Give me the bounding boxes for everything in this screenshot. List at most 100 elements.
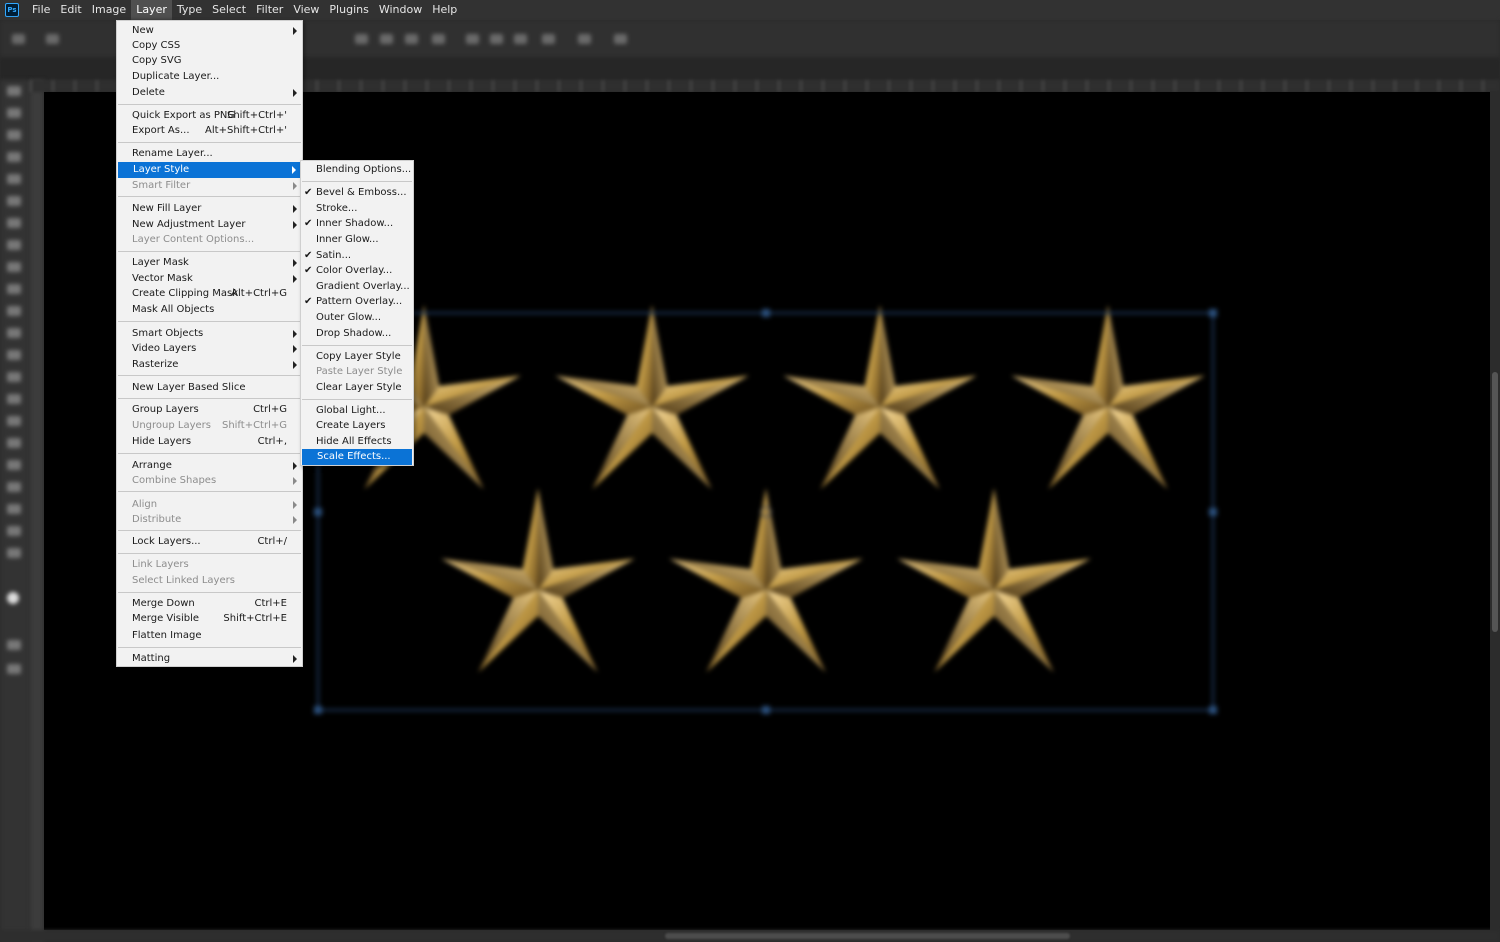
dodge-tool-icon[interactable] bbox=[7, 394, 21, 404]
quick-mask-icon[interactable] bbox=[7, 640, 21, 650]
align-left-icon[interactable] bbox=[355, 34, 368, 44]
healing-tool-icon[interactable] bbox=[7, 240, 21, 250]
pen-tool-icon[interactable] bbox=[7, 416, 21, 426]
menu-item-distribute[interactable]: Distribute bbox=[117, 512, 302, 528]
menu-item-merge-visible[interactable]: Merge Visible Shift+Ctrl+E bbox=[117, 611, 302, 627]
menu-item-mask-all-objects[interactable]: Mask All Objects bbox=[117, 302, 302, 318]
screen-mode-icon[interactable] bbox=[7, 664, 21, 674]
menu-item-link-layers[interactable]: Link Layers bbox=[117, 557, 302, 573]
brush-tool-icon[interactable] bbox=[7, 262, 21, 272]
menu-item-ungroup-layers[interactable]: Ungroup Layers Shift+Ctrl+G bbox=[117, 418, 302, 434]
menu-item-pattern-overlay[interactable]: ✔ Pattern Overlay... bbox=[301, 294, 413, 310]
blur-tool-icon[interactable] bbox=[7, 372, 21, 382]
menu-item-copy-layer-style[interactable]: Copy Layer Style bbox=[301, 349, 413, 365]
menu-item-duplicate-layer[interactable]: Duplicate Layer... bbox=[117, 69, 302, 85]
menu-item-rename-layer[interactable]: Rename Layer... bbox=[117, 146, 302, 162]
menu-item-copy-svg[interactable]: Copy SVG bbox=[117, 53, 302, 69]
distribute-bottom-icon[interactable] bbox=[514, 34, 527, 44]
eraser-tool-icon[interactable] bbox=[7, 328, 21, 338]
menu-item-smart-filter[interactable]: Smart Filter bbox=[117, 178, 302, 194]
menu-item-scale-effects[interactable]: Scale Effects... bbox=[302, 449, 412, 465]
menu-item-hide-layers[interactable]: Hide Layers Ctrl+, bbox=[117, 434, 302, 450]
menu-item-combine-shapes[interactable]: Combine Shapes bbox=[117, 473, 302, 489]
menu-file[interactable]: File bbox=[27, 0, 55, 20]
menu-item-create-layers[interactable]: Create Layers bbox=[301, 418, 413, 434]
hand-tool-icon[interactable] bbox=[7, 504, 21, 514]
menu-item-new-fill-layer[interactable]: New Fill Layer bbox=[117, 201, 302, 217]
distribute-icon[interactable] bbox=[466, 34, 479, 44]
edit-toolbar-icon[interactable] bbox=[7, 548, 21, 558]
menu-item-new-adjustment-layer[interactable]: New Adjustment Layer bbox=[117, 217, 302, 233]
foreground-color-swatch[interactable] bbox=[7, 592, 19, 604]
home-icon[interactable] bbox=[12, 34, 25, 44]
menu-item-gradient-overlay[interactable]: Gradient Overlay... bbox=[301, 279, 413, 295]
menu-item-merge-down[interactable]: Merge Down Ctrl+E bbox=[117, 596, 302, 612]
eyedropper-tool-icon[interactable] bbox=[7, 218, 21, 228]
menu-item-align[interactable]: Align bbox=[117, 497, 302, 513]
menu-image[interactable]: Image bbox=[87, 0, 131, 20]
menu-type[interactable]: Type bbox=[172, 0, 207, 20]
menu-window[interactable]: Window bbox=[374, 0, 427, 20]
menu-item-create-clipping-mask[interactable]: Create Clipping Mask Alt+Ctrl+G bbox=[117, 286, 302, 302]
menu-help[interactable]: Help bbox=[427, 0, 462, 20]
horizontal-scrollbar-thumb[interactable] bbox=[665, 933, 1070, 939]
menu-item-copy-css[interactable]: Copy CSS bbox=[117, 38, 302, 54]
menu-item-layer-mask[interactable]: Layer Mask bbox=[117, 255, 302, 271]
align-top-icon[interactable] bbox=[432, 34, 445, 44]
distribute-center-icon[interactable] bbox=[490, 34, 503, 44]
menu-item-arrange[interactable]: Arrange bbox=[117, 458, 302, 474]
vertical-scrollbar[interactable] bbox=[1490, 92, 1500, 930]
lasso-tool-icon[interactable] bbox=[7, 130, 21, 140]
menu-item-stroke[interactable]: Stroke... bbox=[301, 201, 413, 217]
zoom-tool-icon[interactable] bbox=[7, 526, 21, 536]
menu-item-clear-layer-style[interactable]: Clear Layer Style bbox=[301, 380, 413, 396]
menu-item-paste-layer-style[interactable]: Paste Layer Style bbox=[301, 364, 413, 380]
path-select-tool-icon[interactable] bbox=[7, 460, 21, 470]
menu-filter[interactable]: Filter bbox=[251, 0, 288, 20]
shape-tool-icon[interactable] bbox=[7, 482, 21, 492]
menu-item-vector-mask[interactable]: Vector Mask bbox=[117, 271, 302, 287]
menu-item-drop-shadow[interactable]: Drop Shadow... bbox=[301, 326, 413, 342]
menu-item-hide-all-effects[interactable]: Hide All Effects bbox=[301, 434, 413, 450]
menu-item-layer-content-options[interactable]: Layer Content Options... bbox=[117, 232, 302, 248]
menu-item-quick-export-png[interactable]: Quick Export as PNG Shift+Ctrl+' bbox=[117, 108, 302, 124]
align-right-icon[interactable] bbox=[405, 34, 418, 44]
menu-item-inner-shadow[interactable]: ✔ Inner Shadow... bbox=[301, 216, 413, 232]
menu-item-bevel-emboss[interactable]: ✔ Bevel & Emboss... bbox=[301, 185, 413, 201]
menu-item-export-as[interactable]: Export As... Alt+Shift+Ctrl+' bbox=[117, 123, 302, 139]
menu-item-smart-objects[interactable]: Smart Objects bbox=[117, 326, 302, 342]
menu-item-new[interactable]: New bbox=[117, 23, 302, 39]
stamp-tool-icon[interactable] bbox=[7, 284, 21, 294]
menu-item-outer-glow[interactable]: Outer Glow... bbox=[301, 310, 413, 326]
gradient-tool-icon[interactable] bbox=[7, 350, 21, 360]
crop-tool-icon[interactable] bbox=[7, 174, 21, 184]
menu-item-color-overlay[interactable]: ✔ Color Overlay... bbox=[301, 263, 413, 279]
menu-view[interactable]: View bbox=[288, 0, 324, 20]
menu-item-satin[interactable]: ✔ Satin... bbox=[301, 248, 413, 264]
menu-item-matting[interactable]: Matting bbox=[117, 651, 302, 667]
menu-item-layer-style[interactable]: Layer Style bbox=[118, 162, 301, 178]
move-tool-icon[interactable] bbox=[7, 86, 21, 96]
frame-tool-icon[interactable] bbox=[7, 196, 21, 206]
menu-item-lock-layers[interactable]: Lock Layers... Ctrl+/ bbox=[117, 534, 302, 550]
3d-mode-icon[interactable] bbox=[614, 34, 627, 44]
menu-item-flatten-image[interactable]: Flatten Image bbox=[117, 628, 302, 644]
marquee-tool-icon[interactable] bbox=[7, 108, 21, 118]
more-align-icon[interactable] bbox=[542, 34, 555, 44]
menu-edit[interactable]: Edit bbox=[55, 0, 86, 20]
tool-preset-icon[interactable] bbox=[46, 34, 59, 44]
align-center-icon[interactable] bbox=[380, 34, 393, 44]
menu-item-global-light[interactable]: Global Light... bbox=[301, 403, 413, 419]
menu-select[interactable]: Select bbox=[207, 0, 251, 20]
history-brush-tool-icon[interactable] bbox=[7, 306, 21, 316]
menu-item-delete[interactable]: Delete bbox=[117, 85, 302, 101]
menu-plugins[interactable]: Plugins bbox=[324, 0, 373, 20]
menu-item-new-layer-based-slice[interactable]: New Layer Based Slice bbox=[117, 380, 302, 396]
menu-item-blending-options[interactable]: Blending Options... bbox=[301, 162, 413, 178]
menu-item-rasterize[interactable]: Rasterize bbox=[117, 357, 302, 373]
menu-item-group-layers[interactable]: Group Layers Ctrl+G bbox=[117, 402, 302, 418]
menu-item-inner-glow[interactable]: Inner Glow... bbox=[301, 232, 413, 248]
vertical-scrollbar-thumb[interactable] bbox=[1492, 372, 1498, 632]
quick-select-tool-icon[interactable] bbox=[7, 152, 21, 162]
menu-item-select-linked-layers[interactable]: Select Linked Layers bbox=[117, 573, 302, 589]
